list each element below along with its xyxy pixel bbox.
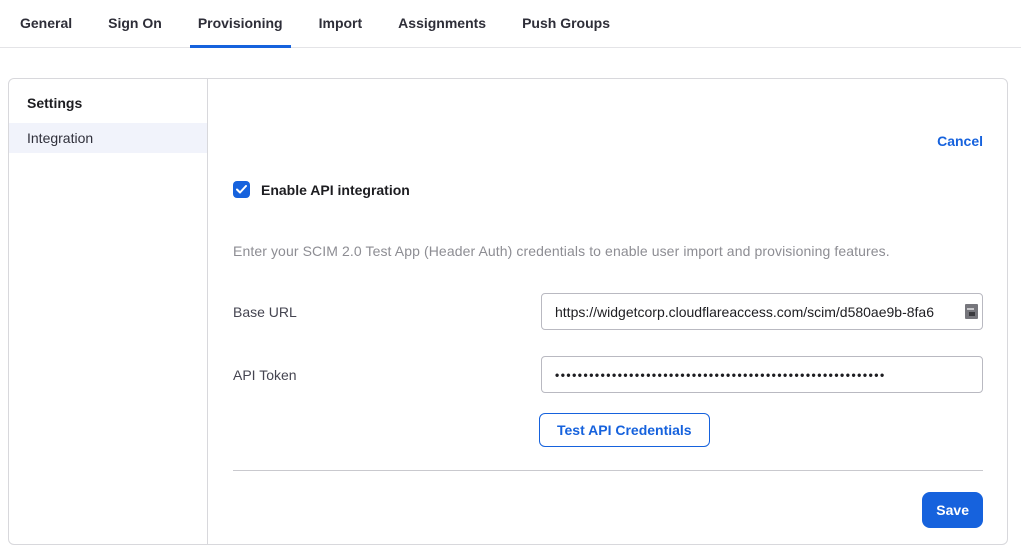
test-credentials-row: Test API Credentials — [233, 413, 983, 447]
provisioning-form: Cancel Enable API integration Enter your… — [208, 79, 1007, 544]
enable-api-checkbox[interactable] — [233, 181, 250, 198]
enable-api-label[interactable]: Enable API integration — [261, 182, 410, 198]
base-url-row: Base URL — [233, 293, 983, 330]
api-token-label: API Token — [233, 367, 541, 383]
check-icon — [236, 185, 247, 194]
api-token-row: API Token — [233, 356, 983, 393]
api-token-input[interactable] — [541, 356, 983, 393]
tab-general[interactable]: General — [12, 0, 80, 48]
footer-divider — [233, 470, 983, 471]
save-row: Save — [233, 492, 983, 528]
tab-bar: General Sign On Provisioning Import Assi… — [0, 0, 1021, 48]
credentials-description: Enter your SCIM 2.0 Test App (Header Aut… — [233, 243, 983, 259]
tab-sign-on[interactable]: Sign On — [100, 0, 170, 48]
cancel-link[interactable]: Cancel — [937, 133, 983, 149]
settings-sidebar: Settings Integration — [9, 79, 208, 544]
tab-import[interactable]: Import — [311, 0, 371, 48]
tab-push-groups[interactable]: Push Groups — [514, 0, 618, 48]
text-cursor-block — [965, 304, 978, 319]
base-url-label: Base URL — [233, 304, 541, 320]
save-button[interactable]: Save — [922, 492, 983, 528]
base-url-input-wrap — [541, 293, 983, 330]
enable-api-row: Enable API integration — [233, 181, 983, 198]
content-panel: Settings Integration Cancel Enable API i… — [8, 78, 1008, 545]
sidebar-header: Settings — [9, 93, 207, 123]
tab-provisioning[interactable]: Provisioning — [190, 0, 291, 48]
tab-assignments[interactable]: Assignments — [390, 0, 494, 48]
sidebar-item-integration[interactable]: Integration — [9, 123, 207, 153]
api-token-input-wrap — [541, 356, 983, 393]
base-url-input[interactable] — [541, 293, 983, 330]
test-api-credentials-button[interactable]: Test API Credentials — [539, 413, 710, 447]
cancel-row: Cancel — [233, 133, 983, 151]
